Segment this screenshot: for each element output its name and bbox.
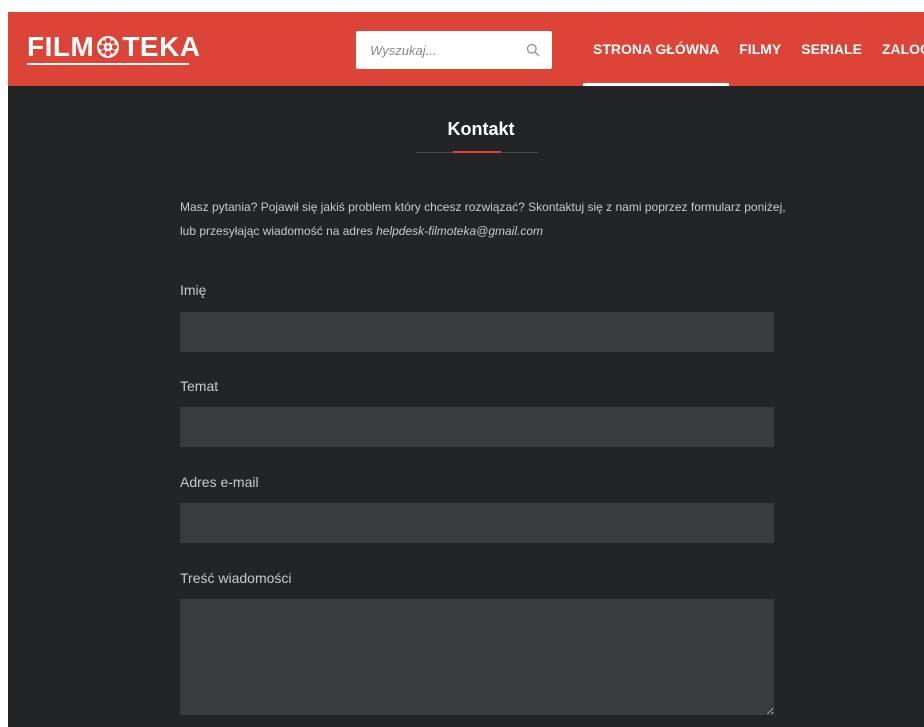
logo-text-left: FILM: [27, 31, 95, 62]
nav-item-seriale[interactable]: SERIALE: [791, 12, 872, 86]
logo-text-right: TEKA: [122, 31, 201, 62]
film-reel-icon: [95, 34, 121, 60]
page: FILM TEKA Wyszukaj... STRONA GŁÓWNA FILM…: [8, 12, 924, 727]
intro-text: Masz pytania? Pojawił się jakiś problem …: [180, 195, 790, 243]
title-accent: [453, 151, 501, 153]
message-field[interactable]: [180, 599, 774, 715]
search-input[interactable]: [356, 31, 516, 69]
nav-item-strona-glowna[interactable]: STRONA GŁÓWNA: [583, 12, 730, 86]
logo-underline: [27, 63, 189, 65]
name-label: Imię: [180, 282, 207, 298]
nav-item-filmy[interactable]: FILMY: [729, 12, 791, 86]
subject-label: Temat: [180, 378, 219, 394]
email-label: Adres e-mail: [180, 474, 259, 490]
message-label: Treść wiadomości: [180, 570, 292, 586]
subject-field[interactable]: [180, 407, 774, 447]
email-field[interactable]: [180, 503, 774, 543]
page-title: Kontakt: [447, 119, 515, 139]
main-nav: STRONA GŁÓWNA FILMY SERIALE ZALOGUJ: [583, 12, 924, 86]
name-field[interactable]: [180, 312, 774, 352]
site-header: FILM TEKA Wyszukaj... STRONA GŁÓWNA FILM…: [8, 12, 924, 86]
search-box: [356, 31, 552, 69]
site-logo[interactable]: FILM TEKA: [27, 30, 201, 64]
contact-email[interactable]: helpdesk-filmoteka@gmail.com: [376, 224, 543, 238]
nav-item-zaloguj[interactable]: ZALOGUJ: [872, 12, 924, 86]
search-icon[interactable]: [526, 43, 540, 57]
